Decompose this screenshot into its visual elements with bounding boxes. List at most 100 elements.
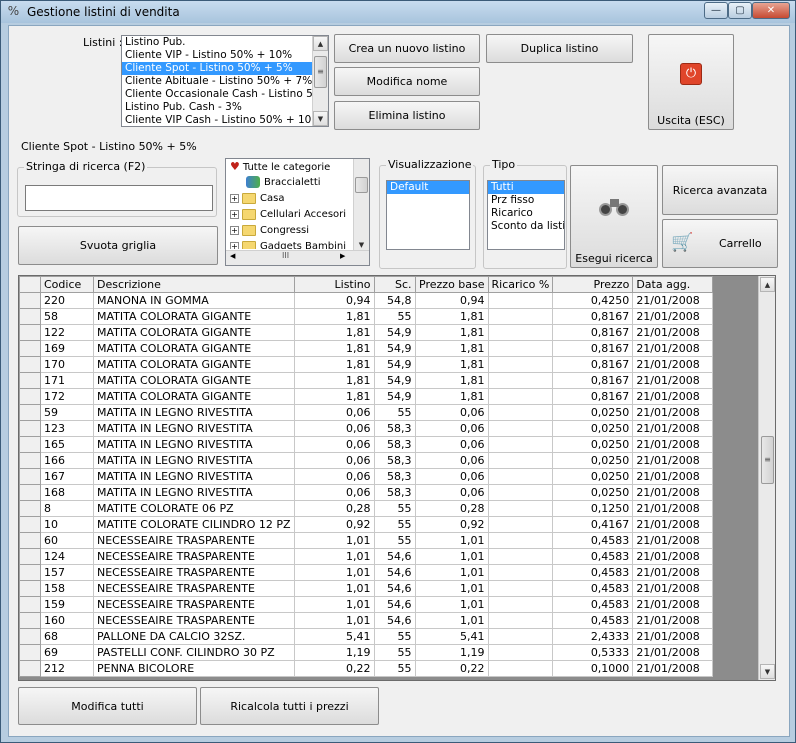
table-cell[interactable]: 0,4583 <box>552 596 634 613</box>
table-cell[interactable]: 1,01 <box>414 612 489 629</box>
type-item[interactable]: Prz fisso <box>488 194 564 207</box>
table-row[interactable]: 171 MATITA COLORATA GIGANTE 1,81 54,9 1,81 0,… <box>19 372 721 389</box>
row-indicator[interactable] <box>19 580 41 597</box>
listini-item[interactable]: Cliente VIP Cash - Listino 50% + 10% + 3 <box>122 114 328 126</box>
table-cell[interactable]: 160 <box>40 612 94 629</box>
table-cell[interactable]: 58 <box>40 308 94 325</box>
table-cell[interactable]: 1,81 <box>414 388 489 405</box>
row-indicator[interactable] <box>19 532 41 549</box>
table-cell[interactable]: MATITA IN LEGNO RIVESTITA <box>93 468 295 485</box>
table-cell[interactable]: 0,1250 <box>552 500 634 517</box>
type-item[interactable]: Ricarico <box>488 207 564 220</box>
table-cell[interactable]: 1,81 <box>414 324 489 341</box>
table-cell[interactable]: MATITA IN LEGNO RIVESTITA <box>93 484 295 501</box>
maximize-button[interactable]: ▢ <box>728 2 752 19</box>
table-cell[interactable]: MATITA IN LEGNO RIVESTITA <box>93 452 295 469</box>
table-cell[interactable]: 0,8167 <box>552 388 634 405</box>
table-cell[interactable] <box>487 532 554 549</box>
row-indicator[interactable] <box>19 388 41 405</box>
table-cell[interactable]: 54,9 <box>373 372 416 389</box>
table-cell[interactable]: 1,01 <box>293 564 375 581</box>
table-cell[interactable]: 124 <box>40 548 94 565</box>
table-row[interactable]: 169 MATITA COLORATA GIGANTE 1,81 54,9 1,81 0,… <box>19 340 721 357</box>
tree-item-braccialetti[interactable]: Braccialetti <box>246 175 321 191</box>
scroll-right-icon[interactable]: ▶ <box>340 252 345 260</box>
table-cell[interactable]: 0,4583 <box>552 532 634 549</box>
table-cell[interactable]: 21/01/2008 <box>632 324 714 341</box>
table-cell[interactable]: 1,81 <box>293 324 375 341</box>
table-cell[interactable]: 58,3 <box>373 452 416 469</box>
table-cell[interactable]: 21/01/2008 <box>632 596 714 613</box>
table-cell[interactable]: 54,9 <box>373 340 416 357</box>
table-cell[interactable] <box>487 404 554 421</box>
tree-item-casa[interactable]: + Casa <box>230 191 284 207</box>
column-header[interactable]: Sc. <box>373 276 416 293</box>
table-row[interactable]: 165 MATITA IN LEGNO RIVESTITA 0,06 58,3 0,06… <box>19 436 721 453</box>
expand-icon[interactable]: + <box>230 241 239 249</box>
scroll-thumb[interactable]: III <box>282 251 289 260</box>
tree-root[interactable]: ♥ Tutte le categorie <box>230 159 330 175</box>
table-cell[interactable]: 5,41 <box>414 628 489 645</box>
table-cell[interactable]: 21/01/2008 <box>632 404 714 421</box>
table-cell[interactable]: 0,06 <box>293 436 375 453</box>
table-cell[interactable]: MATITA COLORATA GIGANTE <box>93 308 295 325</box>
table-cell[interactable]: 21/01/2008 <box>632 580 714 597</box>
table-cell[interactable]: 68 <box>40 628 94 645</box>
type-item[interactable]: Sconto da listin <box>488 220 564 233</box>
table-cell[interactable]: 1,01 <box>293 580 375 597</box>
table-cell[interactable]: 10 <box>40 516 94 533</box>
tree-vscrollbar[interactable]: ▼ <box>353 159 369 251</box>
column-header[interactable]: Data agg. <box>632 276 714 293</box>
table-cell[interactable]: 0,8167 <box>552 356 634 373</box>
table-cell[interactable]: 2,4333 <box>552 628 634 645</box>
table-row[interactable]: 60 NECESSEAIRE TRASPARENTE 1,01 55 1,01 0,458… <box>19 532 721 549</box>
row-indicator[interactable] <box>19 468 41 485</box>
row-indicator[interactable] <box>19 564 41 581</box>
table-cell[interactable]: 0,0250 <box>552 452 634 469</box>
column-header[interactable]: Prezzo <box>552 276 634 293</box>
row-indicator[interactable] <box>19 308 41 325</box>
table-cell[interactable]: 0,8167 <box>552 340 634 357</box>
row-indicator[interactable] <box>19 516 41 533</box>
table-cell[interactable]: MANONA IN GOMMA <box>93 292 295 309</box>
scroll-down-icon[interactable]: ▼ <box>354 241 369 249</box>
table-cell[interactable]: 21/01/2008 <box>632 468 714 485</box>
scroll-thumb[interactable]: ≡ <box>314 56 327 88</box>
table-cell[interactable]: 0,4250 <box>552 292 634 309</box>
table-row[interactable]: 59 MATITA IN LEGNO RIVESTITA 0,06 55 0,06 0,0… <box>19 404 721 421</box>
table-row[interactable]: 170 MATITA COLORATA GIGANTE 1,81 54,9 1,81 0,… <box>19 356 721 373</box>
row-indicator[interactable] <box>19 596 41 613</box>
type-item[interactable]: Tutti <box>488 181 564 194</box>
table-cell[interactable]: 1,01 <box>414 564 489 581</box>
expand-icon[interactable]: + <box>230 225 239 235</box>
table-cell[interactable]: 0,8167 <box>552 308 634 325</box>
table-cell[interactable]: 59 <box>40 404 94 421</box>
expand-icon[interactable]: + <box>230 193 239 203</box>
table-cell[interactable]: 54,9 <box>373 324 416 341</box>
tree-item-congressi[interactable]: + Congressi <box>230 223 309 239</box>
table-cell[interactable]: 0,06 <box>293 452 375 469</box>
row-indicator[interactable] <box>19 484 41 501</box>
row-indicator[interactable] <box>19 644 41 661</box>
table-cell[interactable]: MATITA COLORATA GIGANTE <box>93 388 295 405</box>
table-cell[interactable]: 55 <box>373 500 416 517</box>
table-cell[interactable]: 1,81 <box>414 372 489 389</box>
table-cell[interactable]: 54,6 <box>373 596 416 613</box>
table-cell[interactable]: 55 <box>373 404 416 421</box>
table-row[interactable]: 167 MATITA IN LEGNO RIVESTITA 0,06 58,3 0,06… <box>19 468 721 485</box>
table-row[interactable]: 159 NECESSEAIRE TRASPARENTE 1,01 54,6 1,01 0,… <box>19 596 721 613</box>
table-cell[interactable]: NECESSEAIRE TRASPARENTE <box>93 580 295 597</box>
scroll-thumb[interactable] <box>355 177 368 193</box>
table-cell[interactable]: NECESSEAIRE TRASPARENTE <box>93 532 295 549</box>
table-cell[interactable]: 0,06 <box>293 404 375 421</box>
listini-item[interactable]: Listino Pub. <box>122 36 328 49</box>
table-cell[interactable]: 168 <box>40 484 94 501</box>
table-cell[interactable]: 1,01 <box>414 548 489 565</box>
table-cell[interactable] <box>487 324 554 341</box>
table-cell[interactable]: 172 <box>40 388 94 405</box>
table-cell[interactable]: 55 <box>373 308 416 325</box>
tree-hscrollbar[interactable]: ◀ III ▶ <box>226 250 369 265</box>
table-cell[interactable]: 1,01 <box>293 532 375 549</box>
table-cell[interactable]: NECESSEAIRE TRASPARENTE <box>93 564 295 581</box>
rename-list-button[interactable]: Modifica nome <box>334 67 480 96</box>
